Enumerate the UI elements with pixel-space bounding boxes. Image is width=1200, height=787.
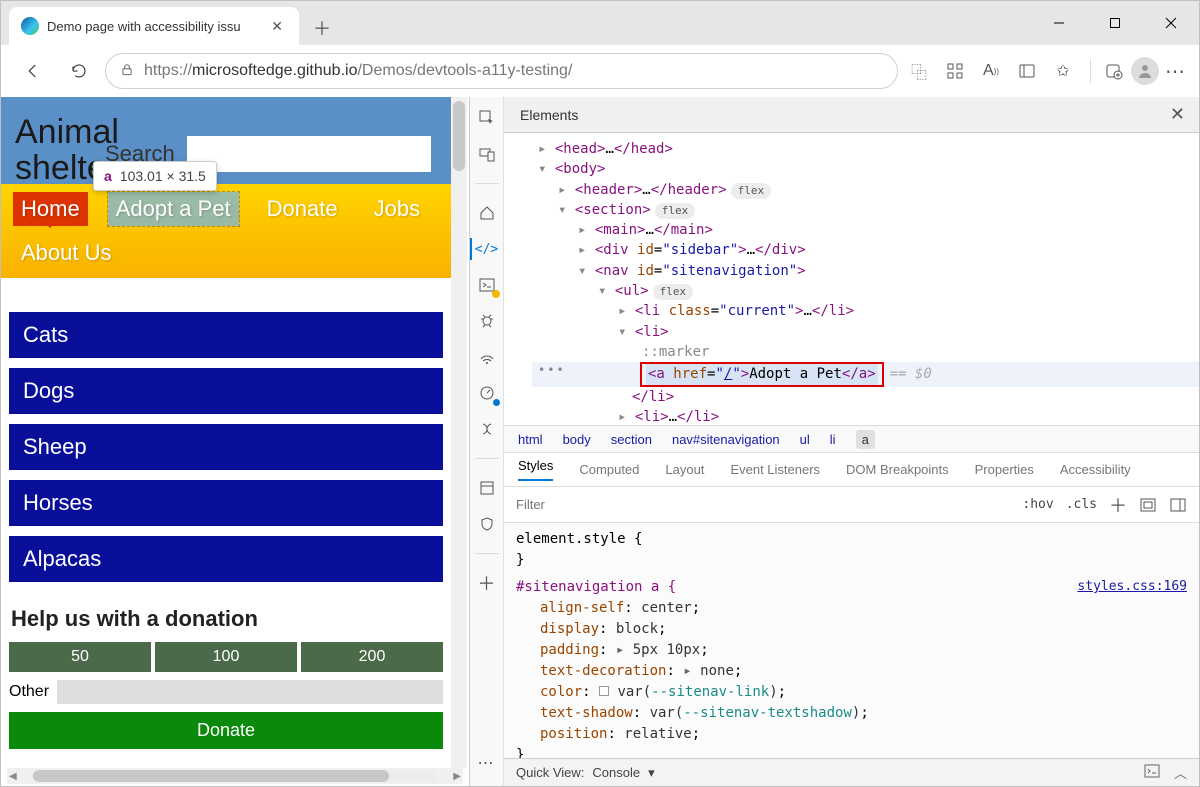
page-vscrollbar[interactable] — [451, 97, 467, 768]
quick-view-bar[interactable]: Quick View: Console ▾ ︿ — [504, 758, 1199, 786]
element-tooltip: a103.01 × 31.5 — [93, 161, 217, 191]
close-window-button[interactable] — [1143, 1, 1199, 45]
read-aloud-icon[interactable]: A)) — [980, 60, 1002, 82]
accessibility-tab[interactable]: Accessibility — [1060, 462, 1131, 477]
perf-icon[interactable] — [476, 382, 498, 404]
inspect-icon[interactable] — [476, 107, 498, 129]
styles-filter-input[interactable] — [516, 497, 1010, 512]
toggle-sidebar-icon[interactable] — [1169, 496, 1187, 514]
devtools-close-icon[interactable]: ✕ — [1166, 100, 1189, 129]
devtools-panel: </> ＋ ⋯ Elements ✕ ▸ <head>…</ — [469, 97, 1199, 786]
other-input[interactable] — [57, 680, 443, 704]
other-label: Other — [9, 683, 49, 701]
add-page-icon[interactable] — [1103, 60, 1125, 82]
donate-100[interactable]: 100 — [155, 642, 297, 672]
minimize-button[interactable] — [1031, 1, 1087, 45]
elements-tab[interactable]: Elements — [514, 99, 584, 131]
sidebar-sheep[interactable]: Sheep — [9, 424, 443, 470]
profile-icon[interactable] — [1131, 57, 1159, 85]
hov-toggle[interactable]: :hov — [1022, 497, 1053, 512]
computed-box-icon[interactable] — [1139, 496, 1157, 514]
collections-icon[interactable] — [1016, 60, 1038, 82]
edge-icon — [21, 17, 39, 35]
css-source-link[interactable]: styles.css:169 — [1077, 577, 1187, 597]
apps-icon[interactable] — [944, 60, 966, 82]
chevron-up-icon[interactable]: ︿ — [1174, 763, 1187, 782]
memory-icon[interactable] — [476, 418, 498, 440]
console-icon[interactable] — [476, 274, 498, 296]
menu-icon[interactable]: ⋯ — [1165, 60, 1187, 82]
security-icon[interactable] — [476, 513, 498, 535]
address-bar: https://microsoftedge.github.io/Demos/de… — [1, 45, 1199, 97]
sources-icon[interactable] — [476, 310, 498, 332]
back-button[interactable] — [13, 51, 53, 91]
devtools-rail: </> ＋ ⋯ — [470, 97, 504, 786]
reader-icon[interactable]: ⿻ — [908, 60, 930, 82]
breadcrumb[interactable]: html body section nav#sitenavigation ul … — [504, 425, 1199, 453]
favorite-icon[interactable]: ✩ — [1052, 60, 1074, 82]
url-field[interactable]: https://microsoftedge.github.io/Demos/de… — [105, 53, 898, 89]
network-icon[interactable] — [476, 346, 498, 368]
search-input[interactable] — [187, 136, 431, 172]
nav-jobs[interactable]: Jobs — [366, 192, 428, 226]
new-rule-icon[interactable]: ＋ — [1109, 496, 1127, 514]
properties-tab[interactable]: Properties — [975, 462, 1034, 477]
app-icon[interactable] — [476, 477, 498, 499]
new-tab-button[interactable]: ＋ — [305, 11, 339, 45]
computed-tab[interactable]: Computed — [579, 462, 639, 477]
url-text: https://microsoftedge.github.io/Demos/de… — [144, 62, 572, 80]
drawer-console-icon[interactable] — [1144, 764, 1160, 781]
chevron-down-icon[interactable]: ▾ — [648, 765, 655, 781]
donate-button[interactable]: Donate — [9, 712, 443, 749]
lock-icon — [120, 63, 134, 80]
sidebar-alpacas[interactable]: Alpacas — [9, 536, 443, 582]
donate-50[interactable]: 50 — [9, 642, 151, 672]
sidebar-horses[interactable]: Horses — [9, 480, 443, 526]
layout-tab[interactable]: Layout — [665, 462, 704, 477]
page-viewport: Animal shelter Search Home Adopt a Pet D… — [1, 97, 469, 786]
nav-about[interactable]: About Us — [13, 236, 120, 270]
cls-toggle[interactable]: .cls — [1066, 497, 1097, 512]
site-navigation: Home Adopt a Pet Donate Jobs About Us — [1, 184, 451, 278]
sidebar-cats[interactable]: Cats — [9, 312, 443, 358]
styles-pane[interactable]: element.style { } #sitenavigation a {sty… — [504, 523, 1199, 758]
donation-heading: Help us with a donation — [1, 586, 451, 642]
elements-icon[interactable]: </> — [476, 238, 498, 260]
styles-tabs: Styles Computed Layout Event Listeners D… — [504, 453, 1199, 487]
welcome-icon[interactable] — [476, 202, 498, 224]
donate-200[interactable]: 200 — [301, 642, 443, 672]
browser-tab[interactable]: Demo page with accessibility issu ✕ — [9, 7, 299, 45]
nav-donate[interactable]: Donate — [259, 192, 346, 226]
nav-home[interactable]: Home — [13, 192, 88, 226]
styles-tab[interactable]: Styles — [518, 458, 553, 481]
close-tab-icon[interactable]: ✕ — [267, 16, 287, 37]
window-titlebar: Demo page with accessibility issu ✕ ＋ — [1, 1, 1199, 45]
more-tools-icon[interactable]: ＋ — [476, 572, 498, 594]
sidebar-dogs[interactable]: Dogs — [9, 368, 443, 414]
rail-menu-icon[interactable]: ⋯ — [476, 752, 498, 774]
refresh-button[interactable] — [59, 51, 99, 91]
page-hscrollbar[interactable]: ◀▶ — [7, 768, 463, 784]
device-icon[interactable] — [476, 143, 498, 165]
tab-title: Demo page with accessibility issu — [47, 19, 259, 34]
eventlisteners-tab[interactable]: Event Listeners — [730, 462, 820, 477]
maximize-button[interactable] — [1087, 1, 1143, 45]
dombreakpoints-tab[interactable]: DOM Breakpoints — [846, 462, 949, 477]
dom-tree[interactable]: ▸ <head>…</head> ▾ <body> ▸ <header>…</h… — [504, 133, 1199, 425]
